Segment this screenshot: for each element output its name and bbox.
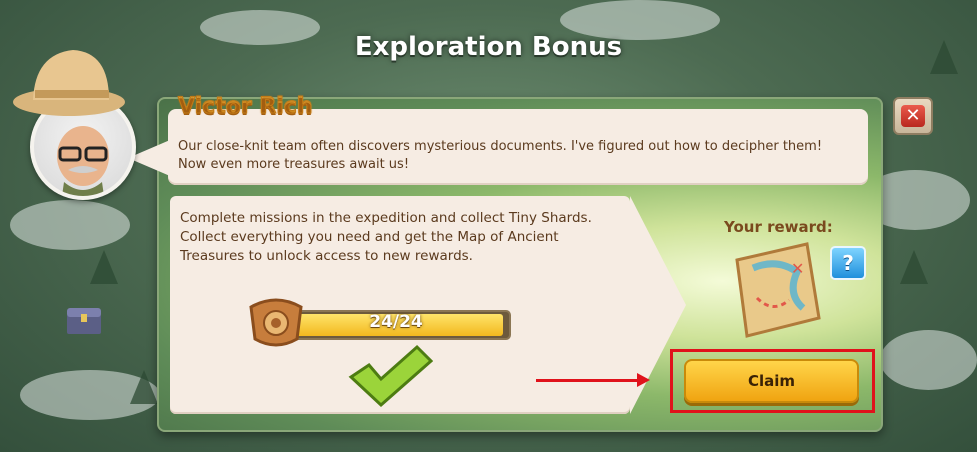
help-button[interactable]: ? xyxy=(830,246,866,280)
mission-description: Complete missions in the expedition and … xyxy=(180,210,592,264)
treasure-map-icon: ✕ xyxy=(735,242,821,338)
tiny-shard-icon xyxy=(249,298,303,347)
claim-button[interactable]: Claim xyxy=(684,359,859,403)
svg-text:✕: ✕ xyxy=(791,259,804,278)
chest-icon xyxy=(67,308,101,334)
speaker-message: Our close-knit team often discovers myst… xyxy=(178,139,823,172)
speaker-name: Victor Rich xyxy=(178,94,314,120)
close-icon: ✕ xyxy=(901,105,925,127)
progress-text: 24/24 xyxy=(369,312,423,332)
annotation-arrow xyxy=(536,379,642,382)
annotation-arrow-head xyxy=(637,373,650,387)
close-button[interactable]: ✕ xyxy=(893,97,933,135)
pith-helmet-icon xyxy=(13,50,125,116)
checkmark-icon xyxy=(348,344,433,408)
reward-label: Your reward: xyxy=(724,218,833,236)
